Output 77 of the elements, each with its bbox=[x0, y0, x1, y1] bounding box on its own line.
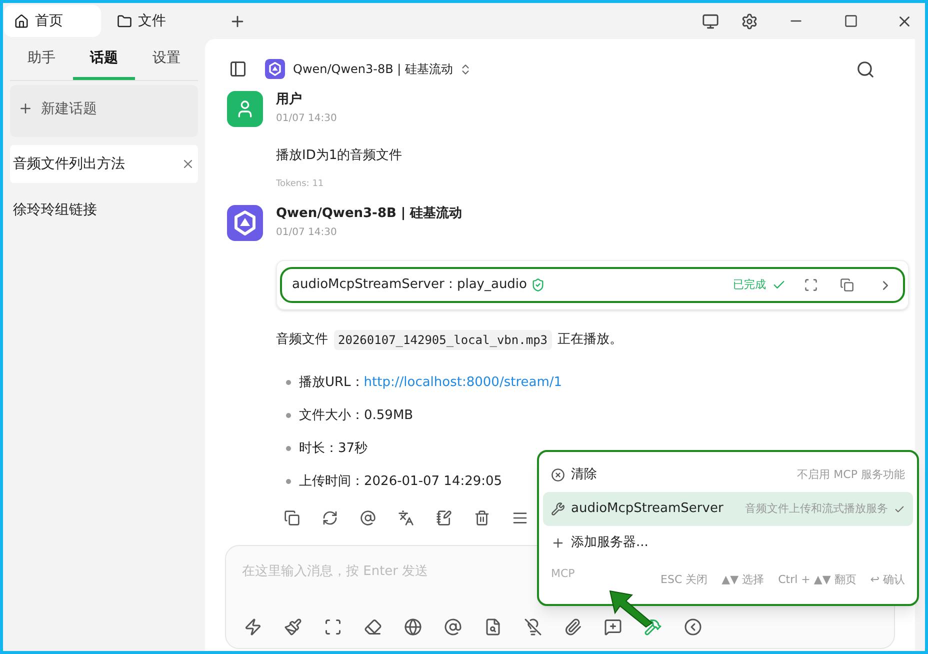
lightbulb-off-icon[interactable] bbox=[524, 618, 542, 636]
eraser-icon[interactable] bbox=[364, 618, 382, 636]
globe-icon[interactable] bbox=[404, 618, 422, 636]
message-time: 01/07 14:30 bbox=[276, 226, 338, 240]
at-sign-icon[interactable] bbox=[444, 618, 462, 636]
message-text: 音频文件 bbox=[276, 331, 328, 350]
list-label: 播放URL： bbox=[299, 374, 364, 392]
menu-footer-label: MCP bbox=[551, 566, 575, 582]
bullet-icon bbox=[286, 380, 291, 385]
model-selector[interactable]: Qwen/Qwen3-8B | 硅基流动 bbox=[293, 60, 472, 78]
topic-item[interactable]: 徐玲玲组链接 bbox=[10, 191, 198, 229]
copy-icon[interactable] bbox=[840, 278, 854, 292]
list-label: 上传时间： bbox=[299, 472, 364, 491]
refresh-icon[interactable] bbox=[322, 510, 338, 526]
maximize-icon[interactable] bbox=[844, 14, 858, 28]
hammer-icon[interactable] bbox=[644, 618, 662, 636]
plus-icon bbox=[551, 536, 565, 550]
copy-icon[interactable] bbox=[284, 510, 300, 526]
topic-item[interactable]: 音频文件列出方法 bbox=[10, 145, 198, 183]
paperclip-icon[interactable] bbox=[564, 618, 582, 636]
lightning-icon[interactable] bbox=[244, 618, 262, 636]
status-text: 已完成 bbox=[733, 276, 766, 293]
brush-icon[interactable] bbox=[284, 618, 302, 636]
collapse-icon[interactable] bbox=[684, 618, 702, 636]
menu-item[interactable]: audioMcpStreamServer 音频文件上传和流式播放服务 bbox=[543, 492, 913, 526]
sidebar-tab[interactable]: 设置 bbox=[135, 39, 198, 80]
translate-icon[interactable] bbox=[398, 510, 414, 526]
new-topic-button[interactable]: 新建话题 bbox=[10, 85, 198, 137]
bullet-icon bbox=[286, 446, 291, 451]
check-icon bbox=[894, 504, 905, 514]
clear-icon bbox=[551, 468, 565, 482]
close-icon[interactable] bbox=[181, 157, 195, 171]
edit-icon[interactable] bbox=[436, 510, 452, 526]
message-plus-icon[interactable] bbox=[604, 618, 622, 636]
shortcut-hint: ▲▼ 选择 bbox=[722, 572, 764, 588]
folder-icon bbox=[117, 14, 132, 28]
list-value: 2026-01-07 14:29:05 bbox=[364, 472, 502, 491]
message-text: 播放ID为1的音频文件 bbox=[276, 147, 404, 165]
shortcut-hint: ESC 关闭 bbox=[660, 572, 708, 588]
menu-item[interactable]: 添加服务器... bbox=[543, 526, 913, 560]
home-icon bbox=[14, 14, 29, 28]
bullet-icon bbox=[286, 413, 291, 418]
list-value: 37秒 bbox=[338, 440, 368, 458]
trash-icon[interactable] bbox=[474, 510, 490, 526]
menu-icon[interactable] bbox=[512, 510, 528, 526]
message-time: 01/07 14:30 bbox=[276, 112, 338, 126]
sender-name: 用户 bbox=[276, 91, 303, 109]
monitor-icon[interactable] bbox=[702, 12, 719, 30]
token-count: Tokens: 11 bbox=[276, 178, 325, 190]
list-label: 时长： bbox=[299, 440, 338, 458]
expand-icon[interactable] bbox=[324, 618, 342, 636]
file-search-icon[interactable] bbox=[484, 618, 502, 636]
list-value: 0.59MB bbox=[364, 406, 414, 425]
search-icon[interactable] bbox=[856, 60, 875, 78]
sidebar-toggle-icon[interactable] bbox=[229, 60, 247, 78]
shield-check-icon bbox=[531, 278, 545, 292]
list-label: 文件大小： bbox=[299, 406, 364, 425]
menu-item[interactable]: 清除 不启用 MCP 服务功能 bbox=[543, 458, 913, 492]
shortcut-hint: Ctrl + ▲▼ 翻页 bbox=[778, 572, 856, 588]
app-tab[interactable]: 首页 bbox=[4, 5, 101, 37]
tool-call-label: audioMcpStreamServer : play_audio bbox=[292, 276, 527, 294]
message-text: 正在播放。 bbox=[558, 331, 623, 350]
bullet-icon bbox=[286, 479, 291, 484]
app-tab[interactable]: 文件 bbox=[107, 5, 187, 37]
model-logo bbox=[265, 59, 285, 79]
expand-icon[interactable] bbox=[804, 278, 818, 292]
at-sign-icon[interactable] bbox=[360, 510, 376, 526]
shortcut-hint: ↩ 确认 bbox=[870, 572, 905, 588]
sidebar-tab[interactable]: 话题 bbox=[72, 39, 136, 80]
sidebar-tab[interactable]: 助手 bbox=[10, 39, 73, 80]
url-link[interactable]: http://localhost:8000/stream/1 bbox=[364, 372, 562, 392]
inline-code: 20260107_142905_local_vbn.mp3 bbox=[334, 330, 552, 350]
wrench-icon bbox=[551, 502, 565, 516]
plus-icon bbox=[18, 101, 33, 116]
assistant-avatar bbox=[227, 205, 263, 241]
settings-icon[interactable] bbox=[741, 12, 758, 30]
sender-name: Qwen/Qwen3-8B | 硅基流动 bbox=[276, 205, 464, 223]
